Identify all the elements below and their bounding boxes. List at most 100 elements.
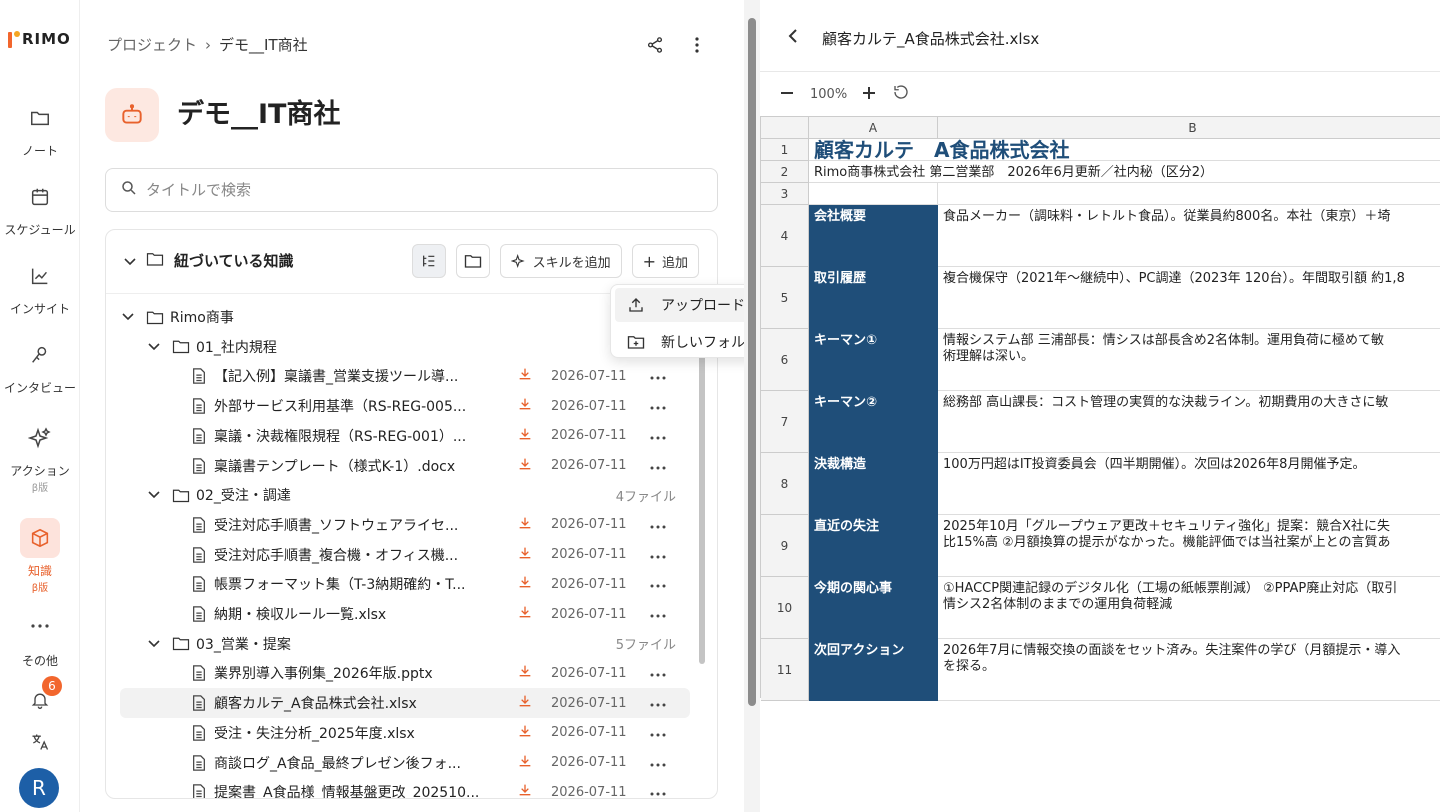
cell-label[interactable]: 会社概要 <box>809 205 938 267</box>
file-row[interactable]: 稟議・決裁権限規程（RS-REG-001）... 2026-07-11 <box>120 421 690 451</box>
cell-value[interactable]: 複合機保守（2021年〜継続中）、PC調達（2023年 120台）。年間取引額 … <box>938 267 1440 329</box>
download-icon[interactable] <box>517 366 533 386</box>
row-header[interactable]: 7 <box>761 391 809 453</box>
download-icon[interactable] <box>517 545 533 565</box>
cell-label[interactable]: 直近の失注 <box>809 515 938 577</box>
rail-item-interview[interactable]: インタビュー <box>0 335 80 396</box>
rail-item-knowledge[interactable]: 知識 β版 <box>0 518 80 594</box>
file-row[interactable]: 受注対応手順書_複合機・オフィス機... 2026-07-11 <box>120 540 690 570</box>
download-icon[interactable] <box>517 396 533 416</box>
folder-row[interactable]: 02_受注・調達 4ファイル <box>120 480 690 510</box>
more-icon[interactable] <box>650 695 666 711</box>
cell-value[interactable]: 2025年10月「グループウェア更改＋セキュリティ強化」提案：競合X社に失 比1… <box>938 515 1440 577</box>
download-icon[interactable] <box>517 574 533 594</box>
download-icon[interactable] <box>517 753 533 773</box>
zoom-out-icon[interactable] <box>780 85 794 104</box>
translate-button[interactable] <box>0 730 80 754</box>
avatar[interactable]: R <box>19 768 59 808</box>
cell-label[interactable] <box>809 183 938 205</box>
file-row[interactable]: 帳票フォーマット集（T-3納期確約・T... 2026-07-11 <box>120 569 690 599</box>
download-icon[interactable] <box>517 723 533 743</box>
more-icon[interactable] <box>650 755 666 771</box>
tree-view-button[interactable] <box>411 244 446 278</box>
chevron-down-icon[interactable] <box>124 252 136 270</box>
download-icon[interactable] <box>517 515 533 535</box>
folder-row[interactable]: Rimo商事 <box>120 302 690 332</box>
more-icon[interactable] <box>650 606 666 622</box>
corner-cell[interactable] <box>761 117 809 139</box>
row-header[interactable]: 4 <box>761 205 809 267</box>
file-row[interactable]: 受注・失注分析_2025年度.xlsx 2026-07-11 <box>120 718 690 748</box>
row-header[interactable]: 8 <box>761 453 809 515</box>
splitter-scrollbar[interactable] <box>748 18 756 706</box>
more-icon[interactable] <box>650 665 666 681</box>
rimo-logo[interactable]: RIMO <box>8 30 71 48</box>
rail-item-action[interactable]: アクション β版 <box>0 418 80 494</box>
file-row[interactable]: 提案書_A食品様_情報基盤更改_202510... 2026-07-11 <box>120 777 690 798</box>
column-header[interactable]: A <box>809 117 938 139</box>
more-icon[interactable] <box>650 398 666 414</box>
chevron-down-icon[interactable] <box>146 491 162 499</box>
chevron-down-icon[interactable] <box>120 313 136 321</box>
file-row[interactable]: 顧客カルテ_A食品株式会社.xlsx 2026-07-11 <box>120 688 690 719</box>
cell-label[interactable]: キーマン② <box>809 391 938 453</box>
add-skill-button[interactable]: スキルを追加 <box>499 244 622 278</box>
add-button[interactable]: + 追加 <box>631 244 699 278</box>
file-row[interactable]: 受注対応手順書_ソフトウェアライセ... 2026-07-11 <box>120 510 690 540</box>
cell-label[interactable]: キーマン① <box>809 329 938 391</box>
file-row[interactable]: 納期・検収ルール一覧.xlsx 2026-07-11 <box>120 599 690 629</box>
download-icon[interactable] <box>517 604 533 624</box>
cell-label[interactable]: 今期の関心事 <box>809 577 938 639</box>
download-icon[interactable] <box>517 663 533 683</box>
cell-label[interactable]: 取引履歴 <box>809 267 938 329</box>
search-input[interactable] <box>146 181 646 199</box>
reset-zoom-icon[interactable] <box>892 83 910 105</box>
folder-row[interactable]: 01_社内規程 <box>120 332 690 362</box>
file-row[interactable]: 【記入例】稟議書_営業支援ツール導... 2026-07-11 <box>120 361 690 391</box>
more-icon[interactable] <box>650 576 666 592</box>
knowledge-title[interactable]: 紐づいている知識 <box>124 250 294 271</box>
notification-button[interactable]: 6 <box>0 676 80 712</box>
more-icon[interactable] <box>650 428 666 444</box>
rail-item-more[interactable]: その他 <box>0 616 80 669</box>
kebab-menu-icon[interactable] <box>686 34 708 56</box>
zoom-in-icon[interactable] <box>862 85 876 104</box>
row-header[interactable]: 11 <box>761 639 809 701</box>
download-icon[interactable] <box>517 426 533 446</box>
rail-item-schedule[interactable]: スケジュール <box>0 177 80 238</box>
panel-splitter[interactable] <box>744 0 760 812</box>
row-header[interactable]: 3 <box>761 183 809 205</box>
row-header[interactable]: 1 <box>761 139 809 161</box>
row-header[interactable]: 6 <box>761 329 809 391</box>
folder-view-button[interactable] <box>455 244 490 278</box>
folder-row[interactable]: 03_営業・提案 5ファイル <box>120 629 690 659</box>
cell-value[interactable]: 食品メーカー（調味料・レトルト食品）。従業員約800名。本社（東京）＋埼 <box>938 205 1440 267</box>
cell-value[interactable] <box>938 183 1440 205</box>
file-row[interactable]: 商談ログ_A食品_最終プレゼン後フォ... 2026-07-11 <box>120 748 690 778</box>
row-header[interactable]: 9 <box>761 515 809 577</box>
share-icon[interactable] <box>644 34 666 56</box>
rail-item-insight[interactable]: インサイト <box>0 256 80 317</box>
more-icon[interactable] <box>650 458 666 474</box>
cell-value[interactable]: 総務部 高山課長：コスト管理の実質的な決裁ライン。初期費用の大きさに敏 <box>938 391 1440 453</box>
sheet-subtitle-cell[interactable]: Rimo商事株式会社 第二営業部 2026年6月更新／社内秘（区分2） <box>809 161 1440 183</box>
row-header[interactable]: 2 <box>761 161 809 183</box>
download-icon[interactable] <box>517 693 533 713</box>
row-header[interactable]: 5 <box>761 267 809 329</box>
cell-label[interactable]: 決裁構造 <box>809 453 938 515</box>
download-icon[interactable] <box>517 456 533 476</box>
cell-value[interactable]: 情報システム部 三浦部長：情シスは部長含め2名体制。運用負荷に極めて敏 術理解は… <box>938 329 1440 391</box>
cell-value[interactable]: ①HACCP関連記録のデジタル化（工場の紙帳票削減） ②PPAP廃止対応（取引 … <box>938 577 1440 639</box>
more-icon[interactable] <box>650 547 666 563</box>
rail-item-notes[interactable]: ノート <box>0 98 80 159</box>
more-icon[interactable] <box>650 517 666 533</box>
cell-value[interactable]: 100万円超はIT投資委員会（四半期開催）。次回は2026年8月開催予定。 <box>938 453 1440 515</box>
file-row[interactable]: 業界別導入事例集_2026年版.pptx 2026-07-11 <box>120 658 690 688</box>
tree-scrollbar[interactable] <box>699 314 705 664</box>
more-icon[interactable] <box>650 725 666 741</box>
column-header[interactable]: B <box>938 117 1440 139</box>
download-icon[interactable] <box>517 782 533 798</box>
sheet-title-cell[interactable]: 顧客カルテ A食品株式会社 <box>809 139 1440 161</box>
row-header[interactable]: 10 <box>761 577 809 639</box>
chevron-down-icon[interactable] <box>146 343 162 351</box>
